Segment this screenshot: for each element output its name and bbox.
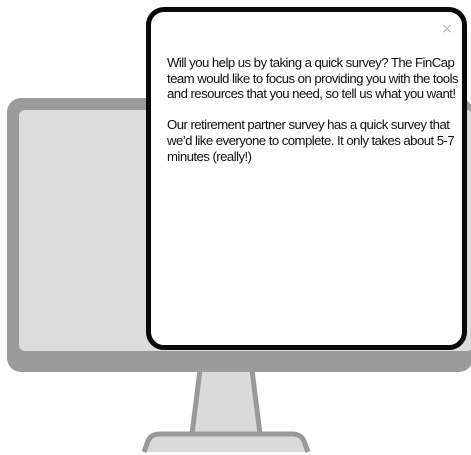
monitor-stand-neck	[189, 359, 263, 437]
survey-popup: × Will you help us by taking a quick sur…	[146, 7, 467, 350]
survey-duration-paragraph: Our retirement partner survey has a quic…	[167, 117, 455, 164]
popup-message: Will you help us by taking a quick surve…	[167, 55, 459, 180]
survey-invite-paragraph: Will you help us by taking a quick surve…	[167, 55, 459, 102]
monitor-stand-base	[141, 431, 311, 453]
close-icon[interactable]: ×	[440, 22, 454, 36]
